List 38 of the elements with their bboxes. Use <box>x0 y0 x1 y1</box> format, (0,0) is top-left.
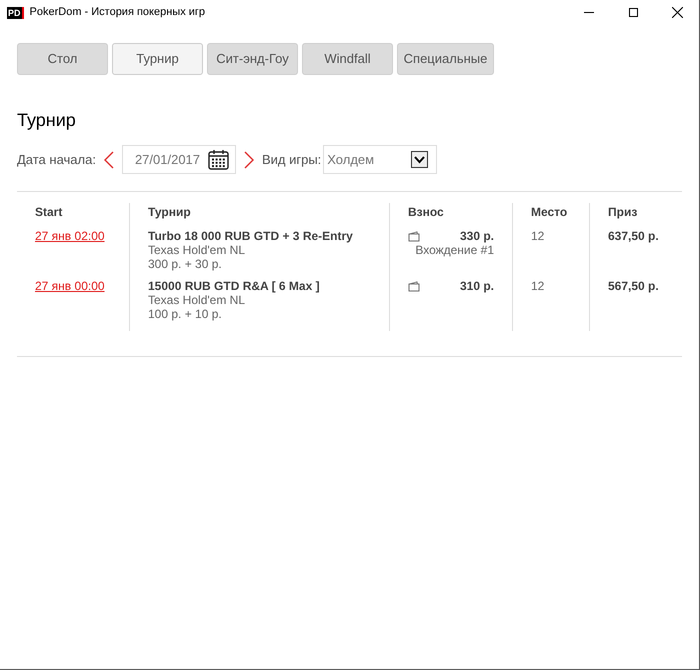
column-header: Приз <box>608 204 638 221</box>
entry-number: Вхождение #1 <box>415 243 494 257</box>
close-icon[interactable] <box>672 7 682 18</box>
window-title: PokerDom - История покерных игр <box>30 5 206 20</box>
app-logo: PD <box>7 6 24 18</box>
game-type: Texas Hold'em NL <box>148 243 246 257</box>
buy-in-detail: 100 р. + 10 р. <box>148 307 223 321</box>
tab[interactable]: Сит-энд-Гоу <box>207 43 298 75</box>
tournament-date-link[interactable]: 27 янв 00:00 <box>35 279 105 293</box>
tournament-date-link[interactable]: 27 янв 02:00 <box>35 229 105 243</box>
wallet-icon <box>408 231 420 242</box>
date-label: Дата начала: <box>17 150 96 169</box>
tab[interactable]: Специальные <box>397 43 494 75</box>
buy-in-amount: 310 р. <box>460 279 494 293</box>
prize-value: 567,50 р. <box>608 279 659 293</box>
prize-value: 637,50 р. <box>608 229 659 243</box>
column-header: Start <box>35 204 64 221</box>
buy-in-amount: 330 р. <box>460 229 494 243</box>
place-value: 12 <box>531 229 544 243</box>
game-type-dropdown[interactable]: Холдем <box>323 145 438 174</box>
tournament-name: 15000 RUB GTD R&A [ 6 Max ] <box>148 279 321 293</box>
section-heading: Турнир <box>17 109 77 132</box>
next-date-button[interactable] <box>242 150 256 170</box>
tab[interactable]: Стол <box>17 43 108 75</box>
column-header: Место <box>531 204 568 221</box>
calendar-icon[interactable] <box>208 149 229 170</box>
column-header: Турнир <box>148 204 192 221</box>
previous-date-button[interactable] <box>102 150 116 170</box>
tab[interactable]: Турнир <box>112 43 203 75</box>
place-value: 12 <box>531 279 544 293</box>
tournament-name: Turbo 18 000 RUB GTD + 3 Re-Entry <box>148 229 354 243</box>
column-header: Взнос <box>408 204 445 221</box>
date-field[interactable]: 27/01/2017 <box>122 145 236 174</box>
game-type: Texas Hold'em NL <box>148 293 246 307</box>
tab[interactable]: Windfall <box>302 43 393 75</box>
buy-in-detail: 300 р. + 30 р. <box>148 257 223 271</box>
wallet-icon <box>408 281 420 292</box>
game-type-label: Вид игры: <box>262 150 322 169</box>
